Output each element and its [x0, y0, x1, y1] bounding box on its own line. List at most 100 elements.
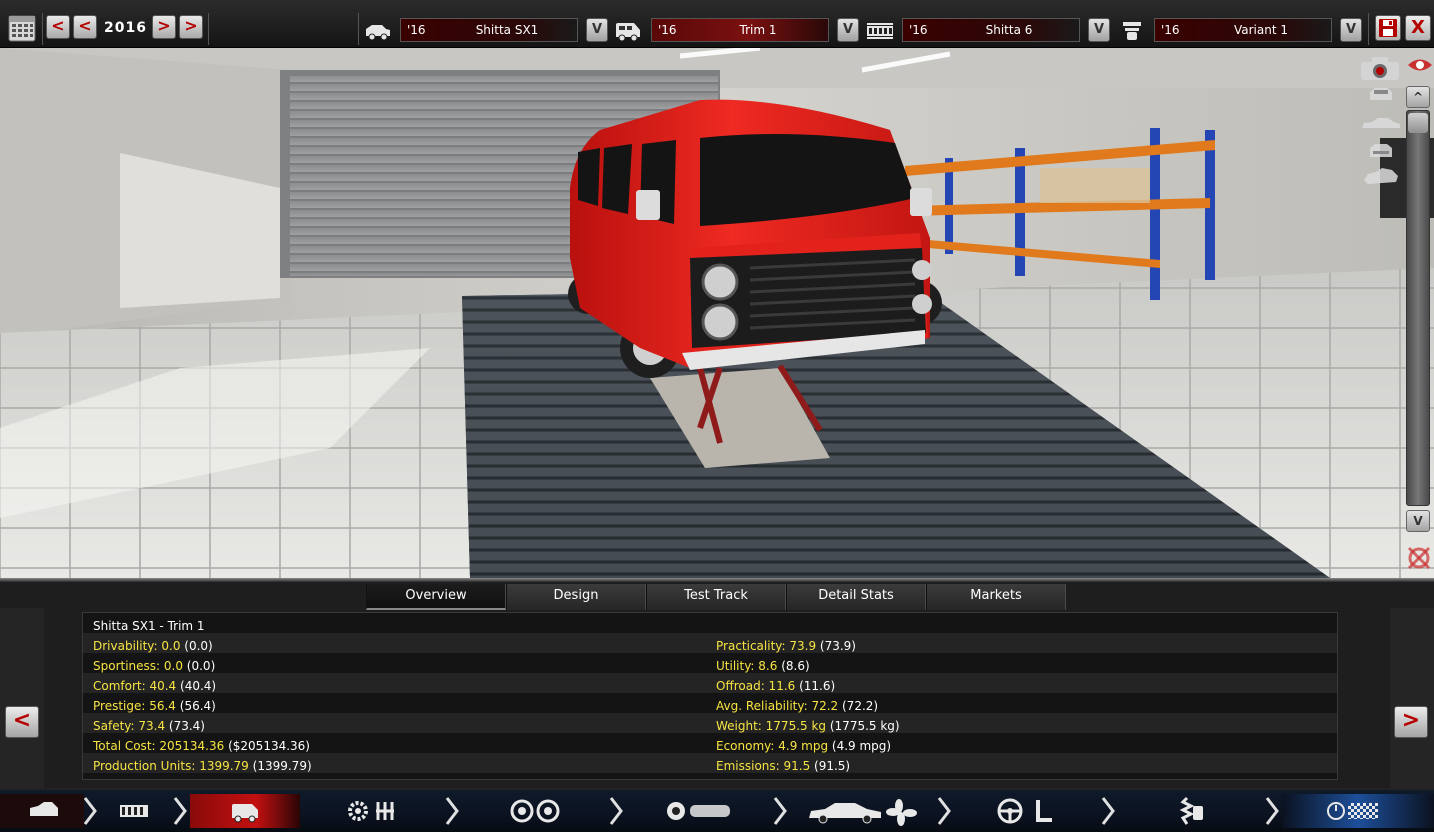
stat-total-cost: Total Cost: 205134.36 ($205134.36): [93, 739, 310, 753]
step-chevron-icon: [937, 797, 951, 825]
car-model-year: '16: [407, 23, 426, 37]
overview-stats: Shitta SX1 - Trim 1 Drivability: 0.0 (0.…: [82, 612, 1338, 780]
stat-key: Economy: 4.9 mpg: [716, 739, 829, 753]
car-trim-select[interactable]: '16 Trim 1: [651, 18, 829, 42]
view-three-quarter-icon[interactable]: [1362, 166, 1400, 188]
garage-3d-view[interactable]: [0, 48, 1434, 578]
stat-practicality: Practicality: 73.9 (73.9): [716, 639, 856, 653]
divider: [42, 13, 43, 45]
car-model-select[interactable]: '16 Shitta SX1: [400, 18, 578, 42]
stat-key: Avg. Reliability: 72.2: [716, 699, 839, 713]
view-rear-icon[interactable]: [1366, 142, 1396, 160]
scroll-down-button[interactable]: V: [1406, 510, 1430, 532]
drivetrain-step-icon[interactable]: [630, 794, 770, 828]
aero-cooling-step-icon[interactable]: [795, 794, 935, 828]
engine-variant-name: Variant 1: [1233, 23, 1288, 37]
step-chevron-icon: [609, 797, 623, 825]
trim-step-icon[interactable]: [190, 794, 300, 828]
stats-row: [83, 633, 1337, 653]
stat-key: Drivability: 0.0: [93, 639, 181, 653]
camera-icon[interactable]: [1358, 54, 1402, 82]
stat-production-units: Production Units: 1399.79 (1399.79): [93, 759, 312, 773]
stats-row: [83, 693, 1337, 713]
engine-family-select[interactable]: '16 Shitta 6: [902, 18, 1080, 42]
interior-step-icon[interactable]: [960, 794, 1100, 828]
engine-family-dropdown-button[interactable]: V: [1088, 18, 1110, 42]
reset-view-icon[interactable]: [1406, 544, 1432, 572]
info-panel: Overview Design Test Track Detail Stats …: [0, 582, 1434, 788]
stats-row: [83, 653, 1337, 673]
car-model-dropdown-button[interactable]: V: [586, 18, 608, 42]
car-body-step-icon[interactable]: [0, 794, 84, 828]
stat-value: (1399.79): [248, 759, 312, 773]
step-chevron-icon: [773, 797, 787, 825]
car-trim-title: Shitta SX1 - Trim 1: [93, 619, 205, 633]
stat-weight: Weight: 1775.5 kg (1775.5 kg): [716, 719, 900, 733]
stat-value: (8.6): [777, 659, 810, 673]
stat-key: Sportiness: 0.0: [93, 659, 183, 673]
scroll-up-button[interactable]: ^: [1406, 86, 1430, 108]
step-chevron-icon: [1265, 797, 1279, 825]
year-prev-button[interactable]: <: [73, 15, 97, 39]
stat-key: Offroad: 11.6: [716, 679, 796, 693]
car-trim-dropdown-button[interactable]: V: [837, 18, 859, 42]
year-next-fast-button[interactable]: >: [179, 15, 203, 39]
year-next-button[interactable]: >: [152, 15, 176, 39]
divider: [1368, 13, 1369, 45]
view-side-icon[interactable]: [1360, 116, 1402, 132]
stat-sportiness: Sportiness: 0.0 (0.0): [93, 659, 215, 673]
final-step-icon[interactable]: [1282, 794, 1434, 828]
view-front-icon[interactable]: [1366, 86, 1396, 104]
stat-comfort: Comfort: 40.4 (40.4): [93, 679, 216, 693]
engine-block-step-icon[interactable]: [100, 794, 172, 828]
stat-key: Comfort: 40.4: [93, 679, 177, 693]
engine-variant-year: '16: [1161, 23, 1180, 37]
save-icon: [1379, 19, 1397, 37]
step-chevron-icon: [1101, 797, 1115, 825]
tab-bar: Overview Design Test Track Detail Stats …: [366, 584, 1066, 610]
stat-key: Safety: 73.4: [93, 719, 166, 733]
tab-test-track[interactable]: Test Track: [646, 584, 786, 610]
car-trim-year: '16: [658, 23, 677, 37]
current-year: 2016: [104, 20, 147, 36]
next-page-button[interactable]: >: [1394, 706, 1428, 738]
suspension-step-icon[interactable]: [1125, 794, 1265, 828]
engine-variant-dropdown-button[interactable]: V: [1340, 18, 1362, 42]
tab-markets[interactable]: Markets: [926, 584, 1066, 610]
tab-detail-stats[interactable]: Detail Stats: [786, 584, 926, 610]
zoom-scroll-thumb[interactable]: [1408, 113, 1428, 133]
stat-value: (0.0): [182, 659, 216, 673]
stat-economy: Economy: 4.9 mpg (4.9 mpg): [716, 739, 891, 753]
stat-key: Total Cost: 205134.36: [93, 739, 225, 753]
stats-row: [83, 673, 1337, 693]
car-model-icon: [366, 25, 390, 41]
zoom-scrollbar[interactable]: [1406, 110, 1430, 506]
stat-utility: Utility: 8.6 (8.6): [716, 659, 810, 673]
eye-icon[interactable]: [1406, 56, 1434, 74]
engine-design-step-icon[interactable]: [330, 794, 440, 828]
close-button[interactable]: X: [1405, 15, 1431, 41]
calendar-icon[interactable]: [8, 14, 36, 42]
tab-overview[interactable]: Overview: [366, 584, 506, 610]
save-button[interactable]: [1375, 15, 1401, 41]
engine-variant-select[interactable]: '16 Variant 1: [1154, 18, 1332, 42]
stat-key: Emissions: 91.5: [716, 759, 811, 773]
stat-emissions: Emissions: 91.5 (91.5): [716, 759, 850, 773]
prev-page-button[interactable]: <: [5, 706, 39, 738]
stats-row: [83, 713, 1337, 733]
engine-variant-icon: [1123, 22, 1141, 40]
left-nav-column: <: [0, 608, 44, 788]
stat-value: (72.2): [838, 699, 879, 713]
divider: [358, 13, 359, 45]
car-designer-window: < < 2016 > > '16 Shitta SX1 V '16 Trim 1…: [0, 0, 1434, 832]
car-trim-icon: [616, 23, 640, 42]
stat-key: Production Units: 1399.79: [93, 759, 249, 773]
year-prev-fast-button[interactable]: <: [46, 15, 70, 39]
step-chevron-icon: [445, 797, 459, 825]
stat-value: (1775.5 kg): [826, 719, 900, 733]
stat-key: Prestige: 56.4: [93, 699, 176, 713]
stat-key: Practicality: 73.9: [716, 639, 817, 653]
stat-value: (0.0): [180, 639, 213, 653]
wheels-step-icon[interactable]: [470, 794, 610, 828]
tab-design[interactable]: Design: [506, 584, 646, 610]
